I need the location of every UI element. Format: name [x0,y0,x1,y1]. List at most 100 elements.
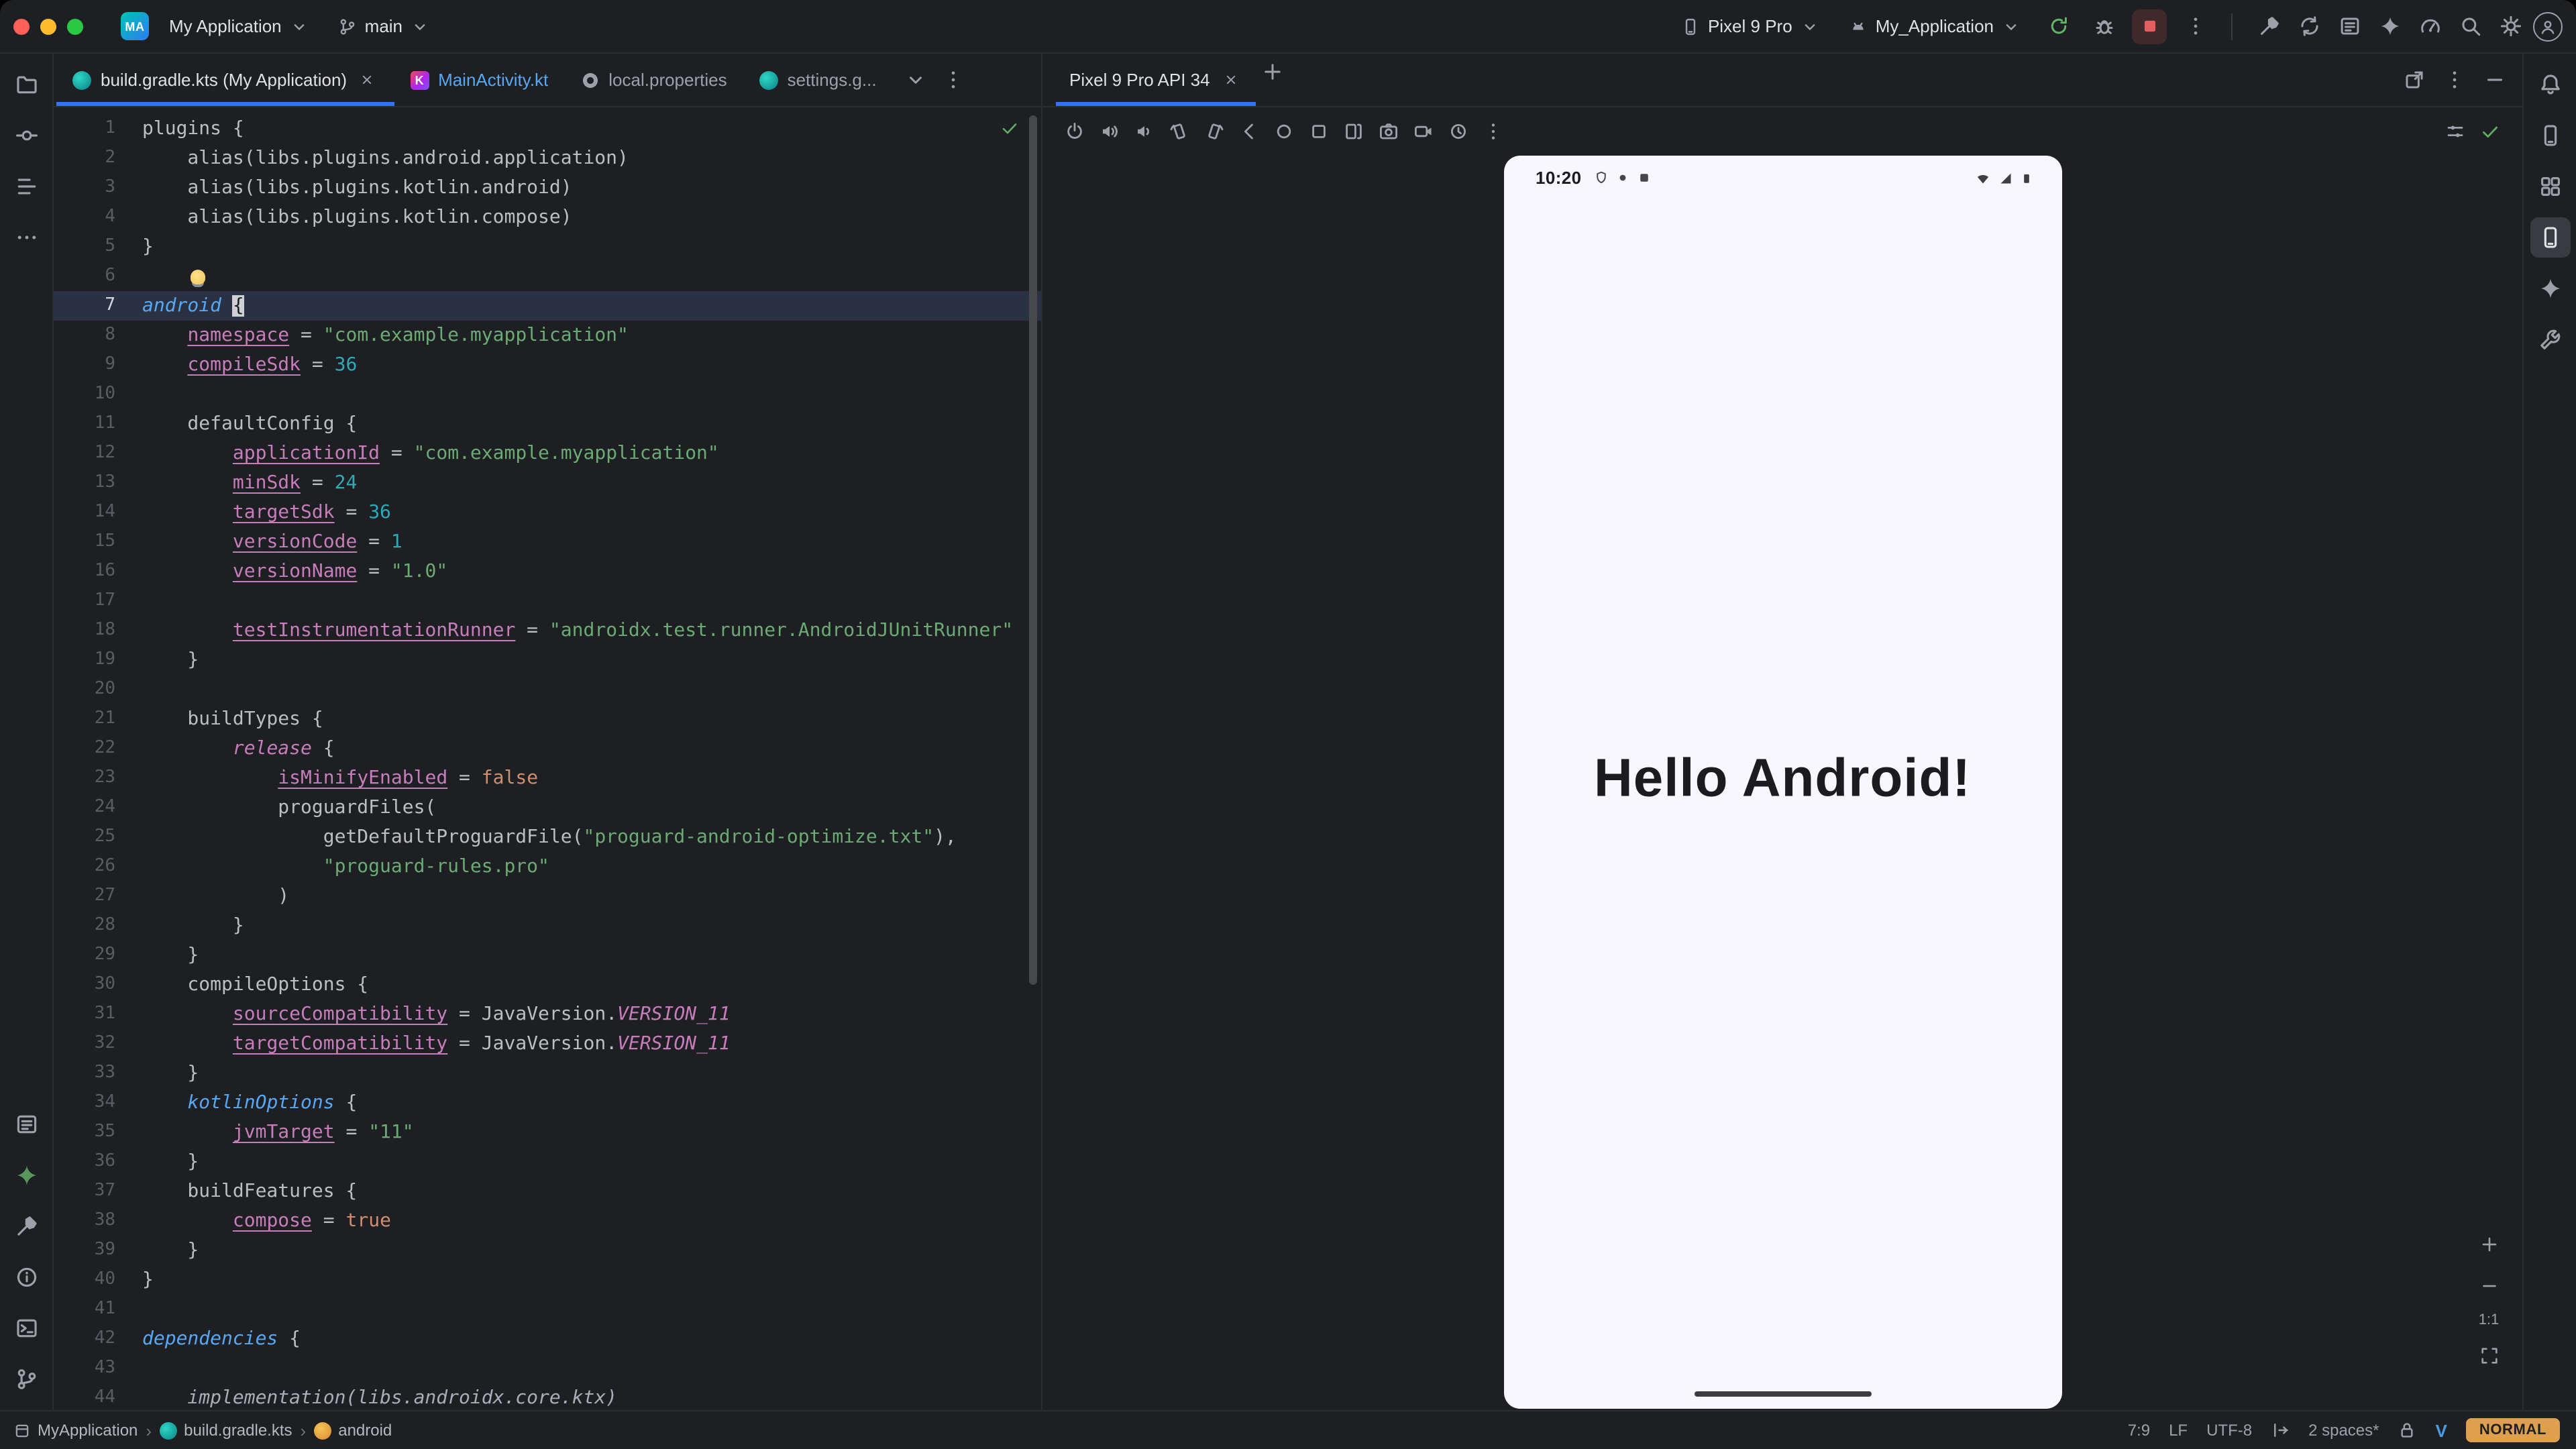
line-separator-widget[interactable]: LF [2169,1421,2188,1440]
editor-tab[interactable]: MainActivity.kt [394,54,564,106]
insights-icon[interactable] [6,1155,46,1195]
gesture-bar[interactable] [1694,1391,1871,1397]
indent-style-widget[interactable]: 2 spaces* [2308,1421,2379,1440]
code-line[interactable]: getDefaultProguardFile("proguard-android… [142,822,1041,852]
project-icon[interactable] [6,64,46,105]
editor-scrollbar[interactable] [1028,110,1038,1407]
add-device-tab-icon[interactable] [1256,54,1291,89]
device-selector[interactable]: Pixel 9 Pro [1672,11,1829,42]
running-devices-icon[interactable] [2530,217,2570,258]
editor-tab[interactable]: build.gradle.kts (My Application) [56,54,394,106]
rotate-right-icon[interactable] [1198,115,1230,148]
inspections-ok-icon[interactable] [1000,118,1020,138]
lock-icon[interactable] [2398,1421,2417,1440]
code-line[interactable] [142,380,1041,409]
encoding-widget[interactable]: UTF-8 [2206,1421,2252,1440]
project-selector[interactable]: My Application [160,11,318,42]
ideavim-icon[interactable]: V [2436,1420,2447,1440]
close-tab-icon[interactable] [356,69,378,91]
overview-icon[interactable] [1303,115,1335,148]
back-icon[interactable] [1233,115,1265,148]
search-icon[interactable] [2453,9,2487,44]
gemini-icon[interactable] [2372,9,2407,44]
code-line[interactable] [142,675,1041,704]
hide-panel-icon[interactable] [2477,62,2512,97]
code-line[interactable]: minSdk = 24 [142,468,1041,498]
code-line[interactable]: versionName = "1.0" [142,557,1041,586]
structure-icon[interactable] [6,166,46,207]
more-vertical-icon[interactable] [1477,115,1509,148]
code-line[interactable]: applicationId = "com.example.myapplicati… [142,439,1041,468]
code-line[interactable]: alias(libs.plugins.kotlin.android) [142,173,1041,203]
volume-down-icon[interactable] [1128,115,1161,148]
hidden-tabs-chevron-icon[interactable] [898,62,933,97]
code-line[interactable]: targetSdk = 36 [142,498,1041,527]
code-line[interactable]: compose = true [142,1206,1041,1236]
rerun-button[interactable] [2041,9,2076,44]
code-line[interactable]: kotlinOptions { [142,1088,1041,1118]
code-editor[interactable]: 1234567891011121314151617181920212223242… [54,107,1041,1410]
intention-bulb-icon[interactable] [191,269,205,284]
assistant-icon[interactable] [2530,319,2570,360]
home-icon[interactable] [1268,115,1300,148]
code-line[interactable]: } [142,1059,1041,1088]
code-line[interactable]: proguardFiles( [142,793,1041,822]
breadcrumb-item[interactable]: build.gradle.kts [160,1421,292,1440]
code-line[interactable] [142,1295,1041,1324]
code-line[interactable] [142,586,1041,616]
code-line[interactable] [142,262,1041,291]
code-line[interactable]: } [142,645,1041,675]
emulator-screen[interactable]: 10:20 Hello Android! [1503,156,2061,1409]
screenshot-icon[interactable] [1373,115,1405,148]
fullscreen-window-button[interactable] [67,18,83,34]
display-settings-icon[interactable] [2439,115,2471,148]
branch-selector[interactable]: main [329,11,439,42]
editor-code[interactable]: plugins { alias(libs.plugins.android.app… [131,107,1041,1410]
code-line[interactable]: dependencies { [142,1324,1041,1354]
code-line[interactable]: testInstrumentationRunner = "androidx.te… [142,616,1041,645]
more-horizontal-icon[interactable] [6,217,46,258]
code-line[interactable]: versionCode = 1 [142,527,1041,557]
more-actions-icon[interactable] [2178,9,2212,44]
resources-icon[interactable] [2530,166,2570,207]
caret-position-widget[interactable]: 7:9 [2128,1421,2150,1440]
code-line[interactable]: sourceCompatibility = JavaVersion.VERSIO… [142,1000,1041,1029]
code-line[interactable]: alias(libs.plugins.android.application) [142,144,1041,173]
run-configuration-selector[interactable]: My_Application [1839,11,2030,42]
code-line[interactable]: compileSdk = 36 [142,350,1041,380]
logcat-icon[interactable] [2332,9,2367,44]
code-line[interactable]: "proguard-rules.pro" [142,852,1041,881]
code-line[interactable]: release { [142,734,1041,763]
build-icon[interactable] [6,1206,46,1246]
code-line[interactable]: } [142,1236,1041,1265]
code-line[interactable]: defaultConfig { [142,409,1041,439]
code-line[interactable]: buildFeatures { [142,1177,1041,1206]
code-line[interactable]: } [142,1147,1041,1177]
volume-up-icon[interactable] [1093,115,1126,148]
tab-options-icon[interactable] [936,62,971,97]
debug-button[interactable] [2086,9,2121,44]
editor-tab[interactable]: settings.g... [743,54,893,106]
profiler-icon[interactable] [2412,9,2447,44]
settings-icon[interactable] [2493,9,2528,44]
snapshots-icon[interactable] [1442,115,1474,148]
power-icon[interactable] [1059,115,1091,148]
minimize-window-button[interactable] [40,18,56,34]
code-line[interactable]: ) [142,881,1041,911]
zoom-out-button[interactable] [2474,1271,2504,1300]
code-line[interactable]: buildTypes { [142,704,1041,734]
profile-icon[interactable] [2533,11,2563,41]
code-line[interactable]: compileOptions { [142,970,1041,1000]
zoom-fit-button[interactable] [2474,1340,2504,1370]
code-line[interactable]: } [142,1265,1041,1295]
zoom-actual-size-button[interactable]: 1:1 [2479,1312,2500,1328]
editor-tab[interactable]: local.properties [564,54,743,106]
code-line[interactable]: isMinifyEnabled = false [142,763,1041,793]
fold-icon[interactable] [1338,115,1370,148]
code-line[interactable]: implementation(libs.androidx.core.ktx) [142,1383,1041,1410]
close-tab-icon[interactable] [1221,69,1242,91]
zoom-in-button[interactable] [2474,1229,2504,1258]
device-tab[interactable]: Pixel 9 Pro API 34 [1056,54,1256,106]
build-icon[interactable] [2251,9,2286,44]
code-line[interactable]: targetCompatibility = JavaVersion.VERSIO… [142,1029,1041,1059]
